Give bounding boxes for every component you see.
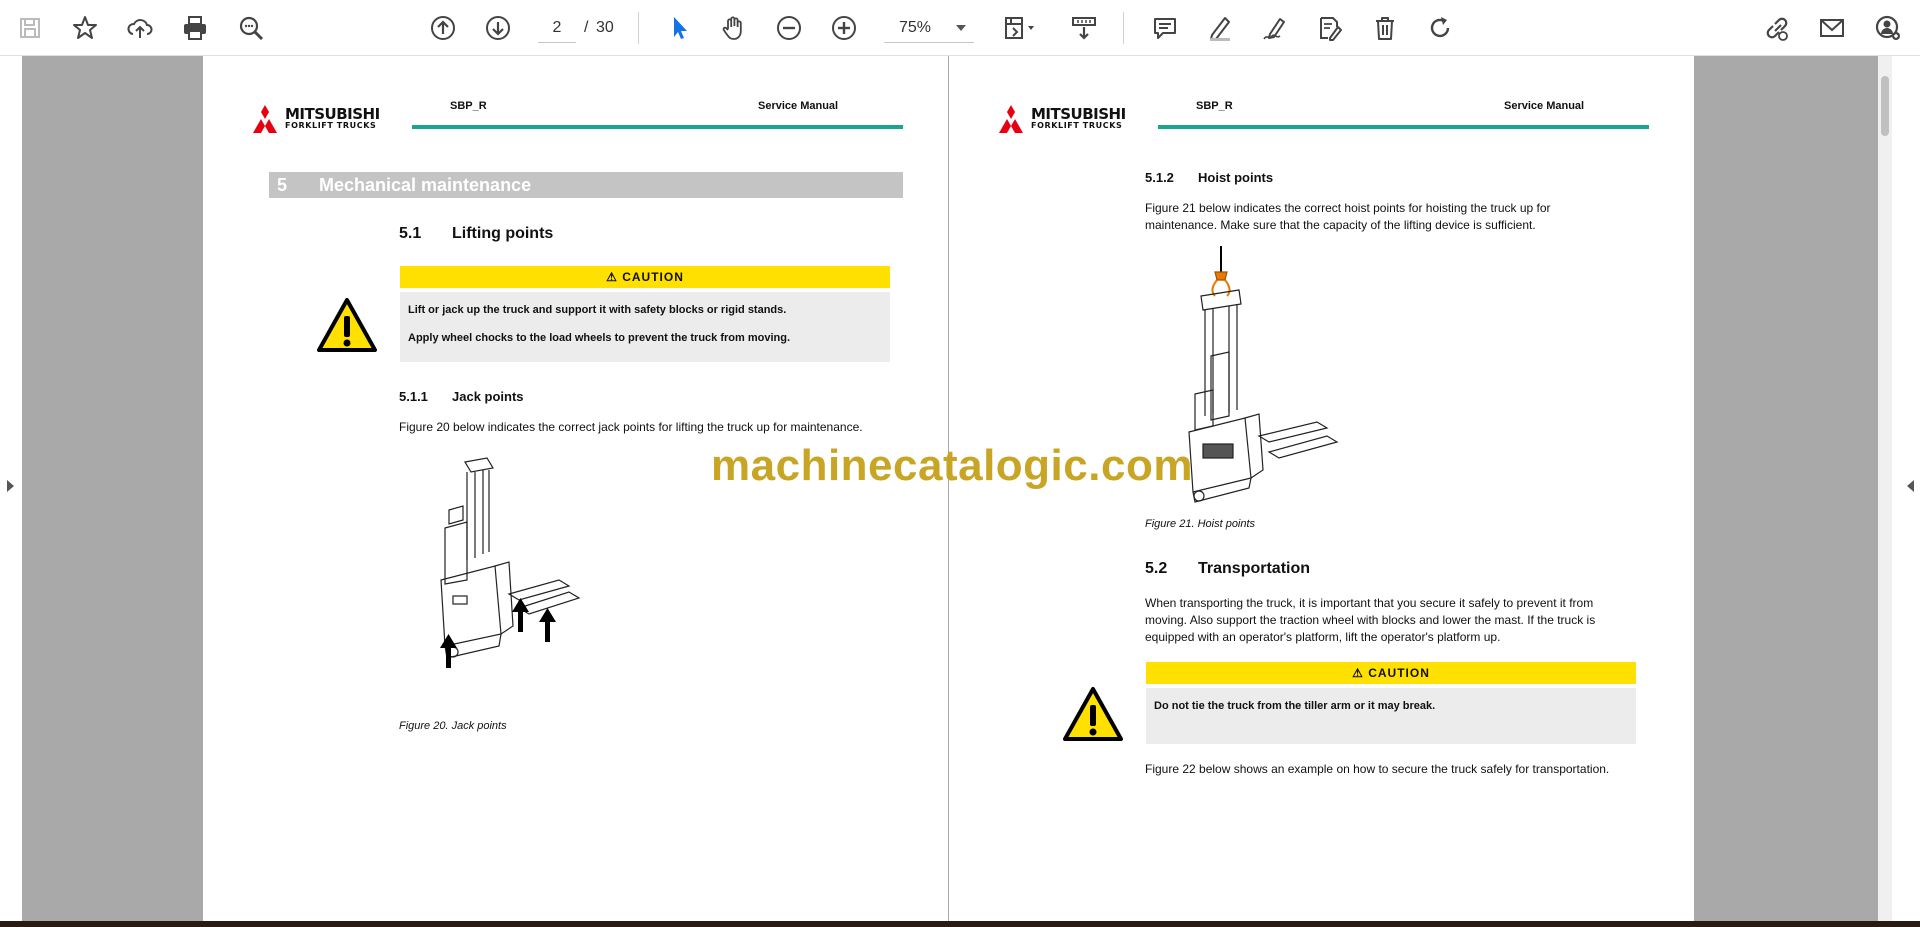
- page-down-icon[interactable]: [478, 8, 518, 48]
- paragraph: Figure 22 below shows an example on how …: [1145, 762, 1610, 776]
- warning-small-icon: ⚠: [606, 270, 623, 284]
- link-icon[interactable]: [1757, 8, 1797, 48]
- chapter-heading: 5 Mechanical maintenance: [269, 172, 903, 198]
- select-cursor-icon[interactable]: [659, 8, 699, 48]
- right-panel-toggle[interactable]: [1892, 56, 1920, 921]
- print-icon[interactable]: [175, 8, 215, 48]
- chapter-title: Mechanical maintenance: [319, 175, 532, 195]
- section-title: Transportation: [1198, 560, 1311, 577]
- figure-caption: Figure 20. Jack points: [399, 720, 507, 732]
- brand-name: MITSUBISHI: [285, 105, 380, 123]
- toolbar-divider: [638, 12, 639, 44]
- caution-text: Lift or jack up the truck and support it…: [408, 304, 787, 316]
- page-number-input[interactable]: 2: [538, 13, 576, 43]
- highlight-pen-icon[interactable]: [1200, 8, 1240, 48]
- brand-subtitle: FORKLIFT TRUCKS: [285, 121, 377, 130]
- chevron-right-icon: [7, 480, 14, 492]
- jack-points-figure: [440, 457, 581, 668]
- caution-label: CAUTION: [1368, 666, 1430, 680]
- zoom-select[interactable]: 75%: [884, 13, 974, 43]
- paragraph: When transporting the truck, it is impor…: [1145, 596, 1596, 644]
- scrollbar-thumb[interactable]: [1881, 76, 1889, 136]
- chevron-down-icon: [956, 25, 966, 31]
- caution-header: ⚠ CAUTION: [1146, 662, 1636, 684]
- section-title: Lifting points: [452, 225, 554, 242]
- caution-text: Apply wheel chocks to the load wheels to…: [408, 332, 791, 344]
- subsection-title: Jack points: [452, 389, 524, 404]
- save-icon[interactable]: [10, 8, 50, 48]
- page-separator: /: [584, 19, 589, 36]
- zoom-out-icon[interactable]: [769, 8, 809, 48]
- mitsubishi-logo: MITSUBISHI FORKLIFT TRUCKS: [249, 105, 414, 133]
- page-up-icon[interactable]: [423, 8, 463, 48]
- caution-text: Do not tie the truck from the tiller arm…: [1154, 700, 1436, 712]
- header-manual: Service Manual: [1504, 100, 1585, 112]
- sign-icon[interactable]: [1255, 8, 1295, 48]
- subsection-title: Hoist points: [1198, 170, 1274, 185]
- subsection-number: 5.1.1: [399, 389, 428, 404]
- figure-caption: Figure 21. Hoist points: [1145, 518, 1256, 530]
- header-rule: [1158, 125, 1649, 129]
- comment-icon[interactable]: [1145, 8, 1185, 48]
- header-code: SBP_R: [450, 100, 487, 112]
- vertical-scrollbar[interactable]: [1878, 56, 1892, 921]
- account-icon[interactable]: [1868, 8, 1908, 48]
- scroll-mode-icon[interactable]: [1064, 8, 1104, 48]
- three-diamonds-icon: [253, 105, 277, 133]
- bookmark-star-icon[interactable]: [65, 8, 105, 48]
- caution-body: Do not tie the truck from the tiller arm…: [1146, 688, 1636, 744]
- chevron-left-icon: [1907, 480, 1914, 492]
- watermark: machinecatalogic.com: [711, 441, 1193, 490]
- paragraph: Figure 20 below indicates the correct ja…: [399, 420, 863, 434]
- caution-label: CAUTION: [622, 270, 684, 284]
- subsection-number: 5.1.2: [1145, 170, 1174, 185]
- zoom-in-icon[interactable]: [824, 8, 864, 48]
- warning-triangle-icon: [317, 298, 377, 352]
- zoom-value: 75%: [899, 19, 932, 36]
- section-number: 5.2: [1145, 560, 1168, 577]
- paragraph: Figure 21 below indicates the correct ho…: [1145, 201, 1551, 232]
- section-number: 5.1: [399, 225, 422, 242]
- three-diamonds-icon: [999, 105, 1023, 133]
- warning-triangle-icon: [1063, 687, 1123, 741]
- header-code: SBP_R: [1196, 100, 1233, 112]
- mitsubishi-logo: MITSUBISHI FORKLIFT TRUCKS: [995, 105, 1160, 133]
- caution-body: Lift or jack up the truck and support it…: [400, 292, 890, 362]
- delete-icon[interactable]: [1365, 8, 1405, 48]
- toolbar: 2 / 30 75%: [0, 0, 1920, 56]
- header-rule: [412, 125, 903, 129]
- left-panel-toggle[interactable]: [0, 56, 22, 921]
- caution-header: ⚠ CAUTION: [400, 266, 890, 288]
- fit-page-icon[interactable]: [995, 8, 1045, 48]
- search-zoom-icon[interactable]: [231, 8, 271, 48]
- window-bottom-edge: [0, 921, 1920, 927]
- header-manual: Service Manual: [758, 100, 839, 112]
- brand-subtitle: FORKLIFT TRUCKS: [1031, 121, 1123, 130]
- total-pages: 30: [596, 19, 614, 36]
- brand-name: MITSUBISHI: [1031, 105, 1126, 123]
- edit-document-icon[interactable]: [1310, 8, 1350, 48]
- warning-small-icon: ⚠: [1352, 666, 1369, 680]
- hoist-points-figure: [1188, 246, 1339, 503]
- upload-cloud-icon[interactable]: [120, 8, 160, 48]
- hand-icon[interactable]: [714, 8, 754, 48]
- rotate-icon[interactable]: [1420, 8, 1460, 48]
- email-icon[interactable]: [1812, 8, 1852, 48]
- chapter-number: 5: [277, 175, 288, 195]
- toolbar-divider: [1123, 12, 1124, 44]
